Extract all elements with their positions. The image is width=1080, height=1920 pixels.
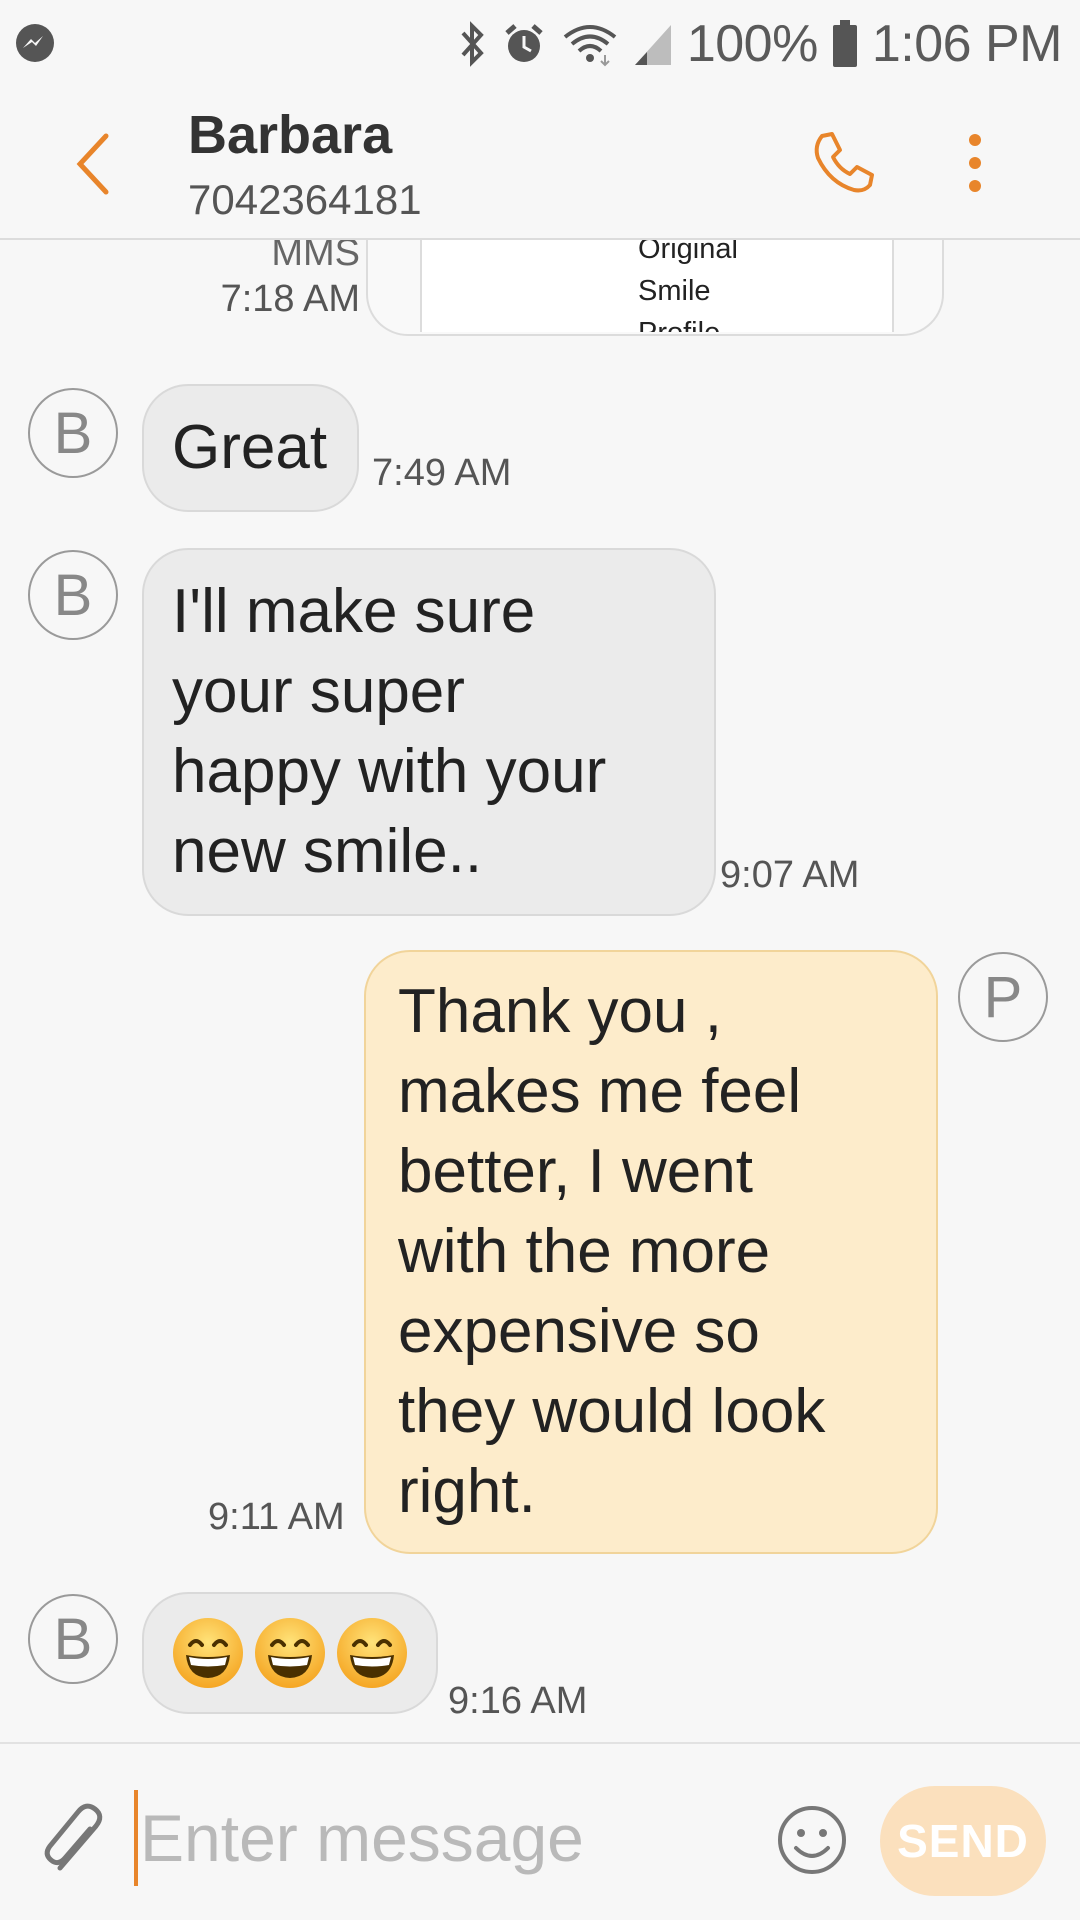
conversation-header: Barbara 7042364181 [0, 84, 1080, 240]
message-time: 7:49 AM [372, 452, 512, 494]
mms-preview-line: Profile [638, 312, 738, 332]
back-arrow-icon[interactable] [62, 124, 122, 204]
incoming-message-bubble[interactable] [142, 1592, 438, 1714]
attach-paperclip-icon[interactable] [40, 1800, 112, 1880]
messenger-icon [16, 24, 54, 62]
message-text-line: better, I went [398, 1137, 753, 1206]
mms-label: MMS [271, 240, 360, 274]
avatar[interactable]: B [28, 388, 118, 478]
message-time: 9:16 AM [448, 1680, 588, 1722]
mms-attachment-card[interactable]: Original Smile Profile [366, 240, 944, 336]
alarm-icon [505, 24, 543, 62]
phone-call-icon[interactable] [808, 128, 878, 198]
emoji-row [170, 1608, 410, 1698]
screen: 100% 1:06 PM Barbara 7042364181 MMS 7:18 [0, 0, 1080, 1920]
mms-meta: MMS 7:18 AM [221, 240, 360, 322]
signal-icon [634, 25, 671, 65]
status-bar: 100% 1:06 PM [0, 0, 1080, 84]
incoming-message-bubble[interactable]: I'll make sure your super happy with you… [142, 548, 716, 916]
emoji-picker-icon[interactable] [776, 1804, 848, 1876]
message-text-line: new smile.. [172, 817, 483, 886]
compose-bar: SEND [0, 1742, 1080, 1920]
avatar[interactable]: B [28, 1594, 118, 1684]
more-options-icon[interactable] [950, 128, 1000, 198]
bluetooth-icon [461, 21, 484, 67]
contact-number: 7042364181 [188, 176, 422, 223]
mms-preview-line: Original [638, 240, 738, 265]
contact-name: Barbara [188, 105, 393, 165]
message-text-line: expensive so [398, 1297, 760, 1366]
incoming-message-bubble[interactable]: Great [142, 384, 360, 512]
text-cursor [134, 1790, 138, 1886]
message-text-line: I'll make sure [172, 577, 536, 646]
battery-percent: 100% [686, 15, 819, 73]
mms-preview: Original Smile Profile [420, 240, 894, 332]
message-text-line: happy with your [172, 737, 607, 806]
message-list[interactable]: MMS 7:18 AM Original Smile Profile B Gre… [0, 240, 1080, 1740]
send-button[interactable]: SEND [880, 1786, 1046, 1896]
grinning-face-emoji-icon [337, 1618, 407, 1688]
wifi-icon [563, 25, 617, 67]
avatar[interactable]: P [958, 952, 1048, 1042]
grinning-face-emoji-icon [173, 1618, 243, 1688]
message-time: 9:07 AM [720, 854, 860, 896]
message-text-line: your super [172, 657, 465, 726]
outgoing-message-bubble[interactable]: Thank you , makes me feel better, I went… [364, 950, 938, 1554]
grinning-face-emoji-icon [255, 1618, 325, 1688]
status-time: 1:06 PM [871, 15, 1063, 73]
message-text-line: Thank you , [398, 977, 722, 1046]
message-text-line: makes me feel [398, 1057, 802, 1126]
mms-preview-line: Smile [638, 275, 711, 307]
message-text-line: with the more [398, 1217, 771, 1286]
mms-time: 7:18 AM [220, 278, 360, 320]
message-text-line: they would look [398, 1377, 826, 1446]
battery-icon [832, 20, 857, 67]
message-input[interactable] [140, 1790, 740, 1886]
message-text: Great [172, 413, 328, 482]
avatar[interactable]: B [28, 550, 118, 640]
message-time: 9:11 AM [208, 1496, 345, 1538]
message-text-line: right. [398, 1457, 536, 1526]
